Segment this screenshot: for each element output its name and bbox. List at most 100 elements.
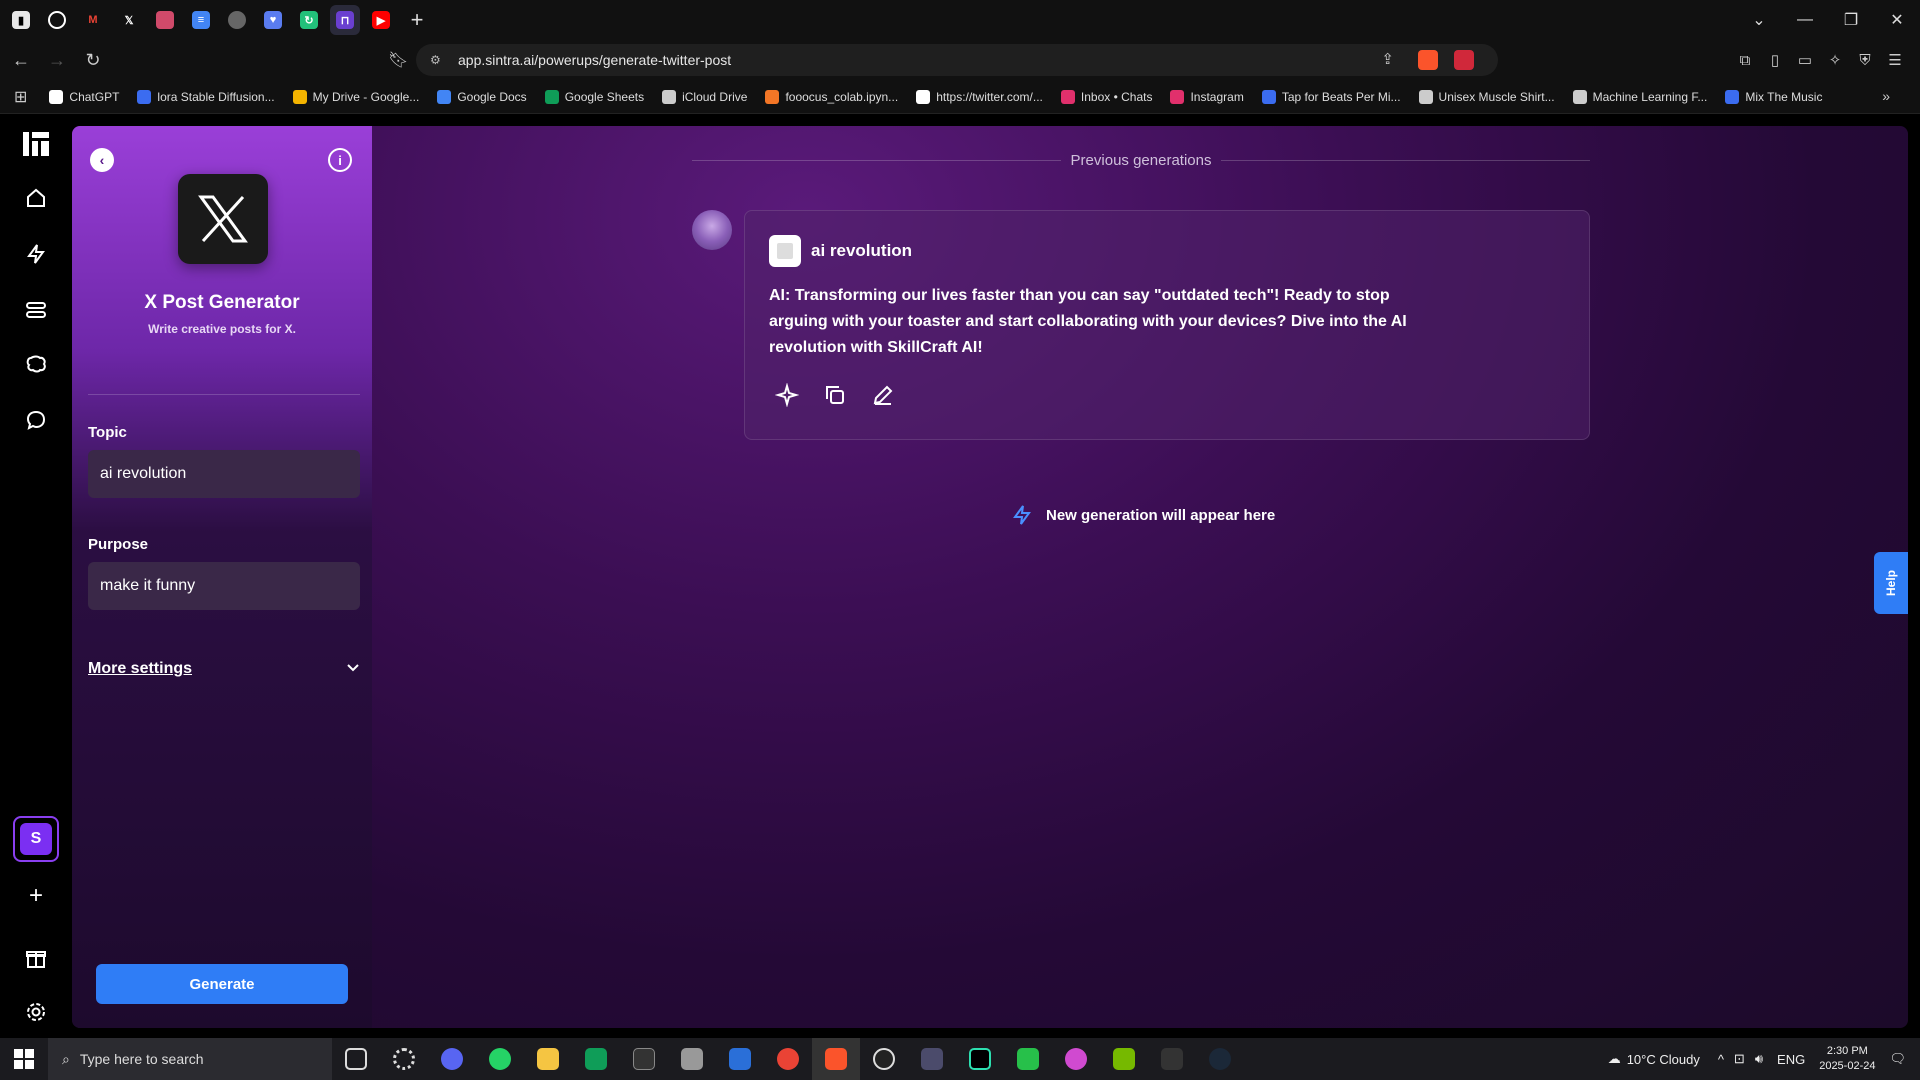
- menu-icon[interactable]: ☰: [1880, 51, 1910, 69]
- settings-icon[interactable]: [20, 996, 52, 1028]
- share-icon[interactable]: ⇪: [1381, 50, 1394, 68]
- site-settings-icon[interactable]: ⚙: [430, 53, 441, 67]
- bookmark-item[interactable]: My Drive - Google...: [292, 89, 420, 104]
- bookmark-item[interactable]: Google Docs: [437, 89, 527, 104]
- browser-tab[interactable]: ♥: [258, 5, 288, 35]
- bookmark-item[interactable]: fooocus_colab.ipyn...: [765, 89, 898, 104]
- taskbar-settings-icon[interactable]: [380, 1038, 428, 1080]
- tab-search-icon[interactable]: ⌄: [1736, 10, 1782, 30]
- bookmark-favicon-icon: [1572, 89, 1587, 104]
- taskbar-nvidia-icon[interactable]: [1100, 1038, 1148, 1080]
- browser-tab[interactable]: ▮: [6, 5, 36, 35]
- generate-button[interactable]: Generate: [96, 964, 348, 1004]
- browser-tab[interactable]: 𝕏: [114, 5, 144, 35]
- taskbar-explorer-icon[interactable]: [524, 1038, 572, 1080]
- back-nav-button[interactable]: ←: [6, 45, 36, 75]
- weather-text[interactable]: 10°C Cloudy: [1627, 1052, 1700, 1067]
- bookmark-item[interactable]: lora Stable Diffusion...: [137, 89, 275, 104]
- home-icon[interactable]: [20, 182, 52, 214]
- sparkle-icon[interactable]: [773, 381, 801, 409]
- bookmark-item[interactable]: Unisex Muscle Shirt...: [1418, 89, 1555, 104]
- copy-icon[interactable]: [821, 381, 849, 409]
- sintra-logo-icon[interactable]: [20, 128, 52, 160]
- network-icon[interactable]: ⊡: [1734, 1051, 1745, 1067]
- help-tab[interactable]: Help: [1874, 552, 1908, 614]
- bookmark-item[interactable]: Machine Learning F...: [1572, 89, 1707, 104]
- browser-tab-active[interactable]: ⊓: [330, 5, 360, 35]
- browser-tab[interactable]: M: [78, 5, 108, 35]
- wallet-icon[interactable]: ▭: [1790, 51, 1820, 69]
- taskbar-capcut-icon[interactable]: [956, 1038, 1004, 1080]
- task-view-icon[interactable]: [332, 1038, 380, 1080]
- taskbar-search[interactable]: ⌕ Type here to search: [48, 1038, 332, 1080]
- taskbar-steam-icon[interactable]: [1196, 1038, 1244, 1080]
- apps-grid-icon[interactable]: ⊞: [14, 87, 27, 107]
- reload-button[interactable]: ↻: [78, 45, 108, 75]
- tray-overflow-icon[interactable]: ^: [1718, 1052, 1724, 1067]
- browser-tab[interactable]: [42, 5, 72, 35]
- taskbar-obs-icon[interactable]: [860, 1038, 908, 1080]
- bookmark-item[interactable]: Google Sheets: [544, 89, 644, 104]
- more-settings-toggle[interactable]: More settings: [88, 660, 360, 678]
- address-bar[interactable]: ⚙ app.sintra.ai/powerups/generate-twitte…: [416, 44, 1498, 76]
- windows-start-icon[interactable]: [0, 1038, 48, 1080]
- extensions-icon[interactable]: ⧉: [1730, 52, 1760, 69]
- bookmarks-overflow-icon[interactable]: »: [1882, 88, 1890, 104]
- edit-icon[interactable]: [869, 381, 897, 409]
- language-indicator[interactable]: ENG: [1777, 1052, 1805, 1067]
- workspace-avatar[interactable]: S: [13, 816, 59, 862]
- taskbar-resolve-icon[interactable]: [908, 1038, 956, 1080]
- bookmark-item[interactable]: Mix The Music: [1725, 89, 1822, 104]
- taskbar-discord-icon[interactable]: [428, 1038, 476, 1080]
- bookmark-item[interactable]: ChatGPT: [49, 89, 119, 104]
- divider-line: [692, 160, 1061, 161]
- brave-rewards-icon[interactable]: [1454, 50, 1474, 70]
- new-tab-button[interactable]: +: [402, 5, 432, 35]
- taskbar-live-icon[interactable]: [1004, 1038, 1052, 1080]
- leo-icon[interactable]: ✧: [1820, 51, 1850, 69]
- browser-tab[interactable]: ≡: [186, 5, 216, 35]
- taskbar-chrome-icon[interactable]: [764, 1038, 812, 1080]
- toggles-icon[interactable]: [20, 294, 52, 326]
- brave-shields-icon[interactable]: [1418, 50, 1438, 70]
- clock[interactable]: 2:30 PM 2025-02-24: [1819, 1044, 1875, 1074]
- bookmark-icon[interactable]: 🔖︎: [388, 50, 408, 70]
- brain-icon[interactable]: [20, 348, 52, 380]
- bookmark-item[interactable]: https://twitter.com/...: [916, 89, 1043, 104]
- browser-tab[interactable]: ▶: [366, 5, 396, 35]
- bookmark-label: My Drive - Google...: [312, 89, 420, 104]
- gift-icon[interactable]: [20, 942, 52, 974]
- taskbar-app3-icon[interactable]: [1052, 1038, 1100, 1080]
- browser-tab[interactable]: [150, 5, 180, 35]
- purpose-input[interactable]: make it funny: [88, 562, 360, 610]
- taskbar-app2-icon[interactable]: [716, 1038, 764, 1080]
- bookmark-item[interactable]: Inbox • Chats: [1060, 89, 1152, 104]
- weather-icon[interactable]: ☁: [1608, 1051, 1621, 1067]
- card-checkbox[interactable]: [769, 235, 801, 267]
- taskbar-epic-icon[interactable]: [1148, 1038, 1196, 1080]
- lightning-icon[interactable]: [20, 238, 52, 270]
- taskbar-app-icon[interactable]: [668, 1038, 716, 1080]
- back-button[interactable]: ‹: [90, 148, 114, 172]
- forward-nav-button[interactable]: →: [42, 45, 72, 75]
- volume-icon[interactable]: 🔊︎: [1755, 1051, 1763, 1067]
- browser-tab[interactable]: [222, 5, 252, 35]
- bookmark-item[interactable]: Tap for Beats Per Mi...: [1261, 89, 1401, 104]
- topic-input[interactable]: ai revolution: [88, 450, 360, 498]
- chat-icon[interactable]: [20, 404, 52, 436]
- sidebar-icon[interactable]: ▯: [1760, 51, 1790, 69]
- bookmark-item[interactable]: iCloud Drive: [662, 89, 747, 104]
- browser-tab[interactable]: ↻: [294, 5, 324, 35]
- info-icon[interactable]: i: [328, 148, 352, 172]
- close-window-button[interactable]: ✕: [1874, 10, 1920, 30]
- taskbar-whatsapp-icon[interactable]: [476, 1038, 524, 1080]
- add-icon[interactable]: +: [20, 880, 52, 912]
- minimize-button[interactable]: —: [1782, 11, 1828, 29]
- notifications-icon[interactable]: 🗨︎: [1889, 1051, 1906, 1067]
- bookmark-item[interactable]: Instagram: [1170, 89, 1244, 104]
- taskbar-drive-icon[interactable]: [572, 1038, 620, 1080]
- vpn-icon[interactable]: ⛨: [1850, 52, 1880, 69]
- taskbar-brave-icon[interactable]: [812, 1038, 860, 1080]
- restore-button[interactable]: ❐: [1828, 10, 1874, 30]
- taskbar-terminal-icon[interactable]: [620, 1038, 668, 1080]
